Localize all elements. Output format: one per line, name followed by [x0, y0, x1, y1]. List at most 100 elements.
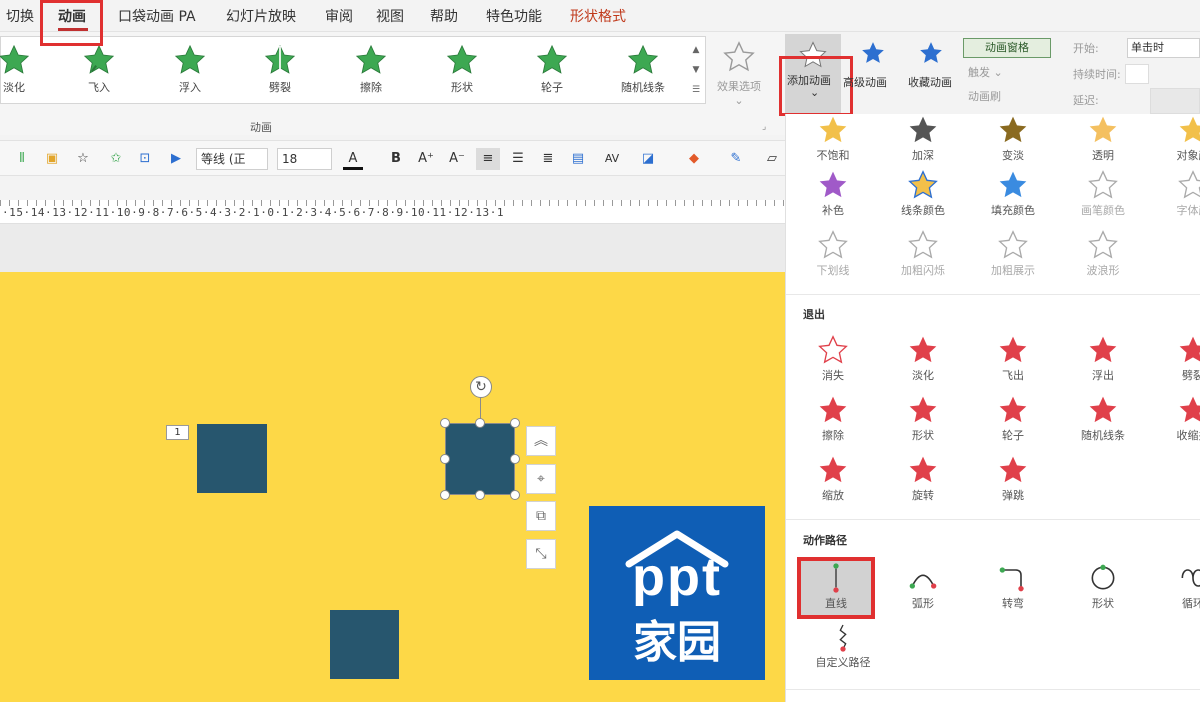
gallery-item-shape[interactable]: 形状: [427, 43, 497, 95]
path-line[interactable]: 直线: [801, 562, 871, 611]
path-custom[interactable]: 自定义路径: [798, 621, 888, 670]
justify-icon[interactable]: ☰: [508, 148, 528, 170]
rotate-handle-icon[interactable]: ↻: [470, 376, 492, 398]
gallery-item-random-bars[interactable]: 随机线条: [608, 43, 678, 95]
favorite-animation-button[interactable]: 收藏动画: [908, 74, 952, 90]
fill-bucket-icon[interactable]: ◆: [684, 148, 704, 170]
resize-handle[interactable]: [475, 418, 485, 428]
font-size-select[interactable]: 18: [277, 148, 332, 170]
dialog-launcher-icon[interactable]: ⌟: [762, 122, 766, 132]
tab-view[interactable]: 视图: [376, 6, 404, 26]
tab-transitions[interactable]: 切换: [6, 6, 34, 26]
pen-icon[interactable]: ✎: [726, 148, 746, 170]
exit-disappear[interactable]: 消失: [798, 334, 868, 383]
effect-options-button[interactable]: 效果选项 ⌄: [710, 40, 768, 107]
exit-shrink-turn[interactable]: 收缩并: [1158, 394, 1200, 443]
resize-handle[interactable]: [510, 418, 520, 428]
gallery-scroll[interactable]: ▲ ▼ ☰: [688, 40, 704, 102]
char-spacing-button[interactable]: AV: [598, 148, 626, 170]
path-turn[interactable]: 转弯: [978, 562, 1048, 611]
shapes-icon[interactable]: ◪: [638, 148, 658, 170]
font-color-button[interactable]: A: [343, 148, 363, 170]
bold-button[interactable]: B: [386, 148, 406, 170]
exit-fly-out[interactable]: 飞出: [978, 334, 1048, 383]
exit-shape[interactable]: 形状: [888, 394, 958, 443]
crop-icon[interactable]: ⌖: [526, 464, 556, 494]
align-center-icon[interactable]: ≡: [476, 148, 500, 170]
path-arc[interactable]: 弧形: [888, 562, 958, 611]
animation-painter-button[interactable]: 动画刷: [968, 88, 1001, 104]
advanced-animation-button[interactable]: 高级动画: [843, 74, 887, 90]
animation-pane-button[interactable]: 动画窗格: [963, 38, 1051, 58]
emphasis-bold-reveal[interactable]: 加粗展示: [978, 229, 1048, 278]
grow-font-button[interactable]: A⁺: [415, 148, 437, 170]
tab-pocket-animation[interactable]: 口袋动画 PA: [118, 6, 196, 26]
more-icon[interactable]: ▱: [762, 148, 782, 170]
scroll-down-icon[interactable]: ▼: [688, 60, 704, 80]
play-frame-icon[interactable]: ▶: [166, 148, 186, 170]
emphasis-brush-color[interactable]: 画笔颜色: [1068, 169, 1138, 218]
emphasis-line-color[interactable]: 线条颜色: [888, 169, 958, 218]
shrink-font-button[interactable]: A⁻: [446, 148, 468, 170]
resize-handle[interactable]: [440, 418, 450, 428]
exit-float-out[interactable]: 浮出: [1068, 334, 1138, 383]
exit-bounce[interactable]: 弹跳: [978, 454, 1048, 503]
more-icon[interactable]: ☰: [688, 80, 704, 100]
star-path-icon[interactable]: ✩: [106, 148, 126, 170]
star-outline-icon[interactable]: ☆: [73, 148, 93, 170]
exit-random-bars[interactable]: 随机线条: [1068, 394, 1138, 443]
path-shape[interactable]: 形状: [1068, 562, 1138, 611]
delay-input[interactable]: [1150, 88, 1200, 114]
gallery-item-wipe[interactable]: 擦除: [336, 43, 406, 95]
gallery-item-float-in[interactable]: 浮入: [155, 43, 225, 95]
resize-handle[interactable]: [475, 490, 485, 500]
resize-corner-icon[interactable]: ⤡: [526, 539, 556, 569]
emphasis-wave[interactable]: 波浪形: [1068, 229, 1138, 278]
emphasis-darken[interactable]: 加深: [888, 114, 958, 163]
emphasis-transparency[interactable]: 透明: [1068, 114, 1138, 163]
gallery-item-split[interactable]: 劈裂: [245, 43, 315, 95]
font-name-select[interactable]: 等线 (正: [196, 148, 268, 170]
scroll-up-icon[interactable]: ▲: [688, 40, 704, 60]
exit-zoom[interactable]: 缩放: [798, 454, 868, 503]
trigger-button[interactable]: 触发 ⌄: [968, 64, 1003, 80]
emphasis-bold-flash[interactable]: 加粗闪烁: [888, 229, 958, 278]
shape-square-3[interactable]: [330, 610, 399, 679]
emphasis-complementary[interactable]: 补色: [798, 169, 868, 218]
resize-handle[interactable]: [510, 490, 520, 500]
exit-spin[interactable]: 旋转: [888, 454, 958, 503]
collapse-up-icon[interactable]: ︽: [526, 426, 556, 456]
tab-help[interactable]: 帮助: [430, 6, 458, 26]
align-icon[interactable]: ⫴: [12, 148, 32, 170]
resize-handle[interactable]: [440, 490, 450, 500]
duration-input[interactable]: [1125, 64, 1149, 84]
frame-icon[interactable]: ⊡: [135, 148, 155, 170]
tab-review[interactable]: 审阅: [325, 6, 353, 26]
shape-fill-icon[interactable]: ▣: [42, 148, 62, 170]
resize-handle[interactable]: [510, 454, 520, 464]
exit-wheel[interactable]: 轮子: [978, 394, 1048, 443]
gallery-item-fly-in[interactable]: 飞入: [64, 43, 134, 95]
emphasis-object-color[interactable]: 对象颜: [1158, 114, 1200, 163]
gallery-item-wheel[interactable]: 轮子: [517, 43, 587, 95]
tab-shape-format[interactable]: 形状格式: [570, 6, 626, 26]
layers-icon[interactable]: ⧉: [526, 501, 556, 531]
emphasis-fill-color[interactable]: 填充颜色: [978, 169, 1048, 218]
exit-split[interactable]: 劈裂: [1158, 334, 1200, 383]
tab-slideshow[interactable]: 幻灯片放映: [226, 6, 296, 26]
gallery-item-fade[interactable]: 淡化: [0, 43, 49, 95]
animation-order-badge[interactable]: 1: [166, 425, 189, 440]
exit-wipe[interactable]: 擦除: [798, 394, 868, 443]
exit-fade[interactable]: 淡化: [888, 334, 958, 383]
tab-special-features[interactable]: 特色功能: [486, 6, 542, 26]
start-select[interactable]: 单击时: [1127, 38, 1200, 58]
path-loop[interactable]: 循环: [1158, 562, 1200, 611]
shape-square-1[interactable]: [197, 424, 267, 493]
emphasis-underline[interactable]: 下划线: [798, 229, 868, 278]
text-box-icon[interactable]: ▤: [568, 148, 588, 170]
resize-handle[interactable]: [440, 454, 450, 464]
align-left-icon[interactable]: ≣: [538, 148, 558, 170]
emphasis-lighten[interactable]: 变淡: [978, 114, 1048, 163]
emphasis-desaturate[interactable]: 不饱和: [798, 114, 868, 163]
emphasis-font-color[interactable]: 字体颜: [1158, 169, 1200, 218]
